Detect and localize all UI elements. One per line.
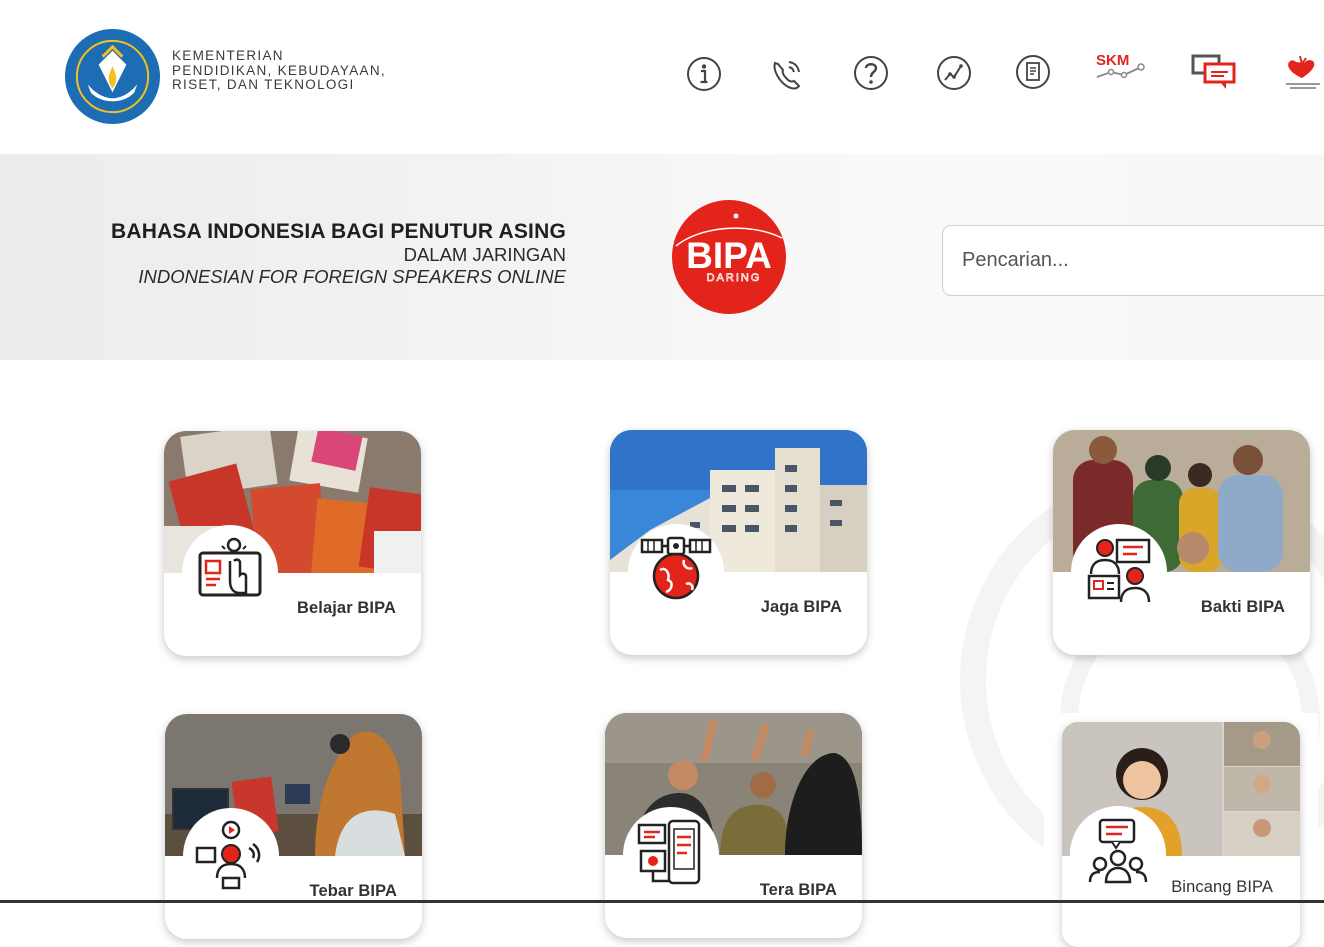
bipa-daring-logo[interactable]: BIPA DARING bbox=[670, 198, 788, 316]
card-label: Bakti BIPA bbox=[1200, 598, 1285, 616]
bangga-bahasa-icon[interactable] bbox=[1282, 52, 1324, 92]
card-tera-bipa[interactable]: Tera BIPA bbox=[605, 713, 862, 938]
card-label: Bincang BIPA bbox=[1171, 878, 1273, 896]
hero-subtitle-english: INDONESIAN FOR FOREIGN SPEAKERS ONLINE bbox=[138, 266, 566, 287]
card-icon-circle bbox=[1071, 524, 1167, 620]
card-icon-circle bbox=[182, 525, 278, 621]
card-label: Belajar BIPA bbox=[296, 599, 396, 617]
satellite-globe-icon bbox=[640, 536, 712, 600]
hero-subtitle: DALAM JARINGAN bbox=[403, 244, 566, 265]
card-icon-circle bbox=[628, 524, 724, 620]
card-bincang-bipa[interactable]: Bincang BIPA bbox=[1062, 722, 1300, 947]
header-icon-bar: SKM bbox=[0, 52, 1324, 102]
card-label: Jaga BIPA bbox=[760, 598, 842, 616]
mobile-test-icon bbox=[637, 819, 701, 885]
broadcast-icon bbox=[195, 820, 261, 890]
teachers-icon bbox=[1087, 538, 1151, 603]
info-icon[interactable] bbox=[684, 54, 724, 94]
statistics-icon[interactable] bbox=[934, 53, 974, 93]
card-bakti-bipa[interactable]: Bakti BIPA bbox=[1053, 430, 1310, 655]
hero-title: BAHASA INDONESIA BAGI PENUTUR ASING bbox=[110, 220, 566, 243]
search-box[interactable] bbox=[942, 225, 1324, 296]
card-icon-circle bbox=[183, 808, 279, 904]
help-icon[interactable] bbox=[851, 53, 891, 93]
top-header: KEMENTERIAN PENDIDIKAN, KEBUDAYAAN, RISE… bbox=[0, 0, 1324, 154]
card-icon-circle bbox=[623, 807, 719, 903]
card-tebar-bipa[interactable]: Tebar BIPA bbox=[165, 714, 422, 939]
skm-icon[interactable]: SKM bbox=[1093, 50, 1151, 90]
bipa-logo-subtext: DARING bbox=[707, 272, 762, 284]
card-icon-circle bbox=[1070, 806, 1166, 902]
card-jaga-bipa[interactable]: Jaga BIPA bbox=[610, 430, 867, 655]
chat-icon[interactable] bbox=[1190, 52, 1238, 92]
search-input[interactable] bbox=[943, 226, 1324, 295]
card-label: Tera BIPA bbox=[759, 881, 837, 899]
card-belajar-bipa[interactable]: Belajar BIPA bbox=[164, 431, 421, 656]
phone-icon[interactable] bbox=[767, 54, 807, 94]
discussion-icon bbox=[1088, 818, 1148, 884]
learning-icon bbox=[198, 537, 262, 597]
document-icon[interactable] bbox=[1013, 52, 1053, 92]
skm-label: SKM bbox=[1096, 52, 1129, 69]
hero-text: BAHASA INDONESIA BAGI PENUTUR ASING DALA… bbox=[0, 220, 566, 288]
card-label: Tebar BIPA bbox=[309, 882, 397, 900]
bipa-logo-text: BIPA bbox=[686, 235, 772, 276]
